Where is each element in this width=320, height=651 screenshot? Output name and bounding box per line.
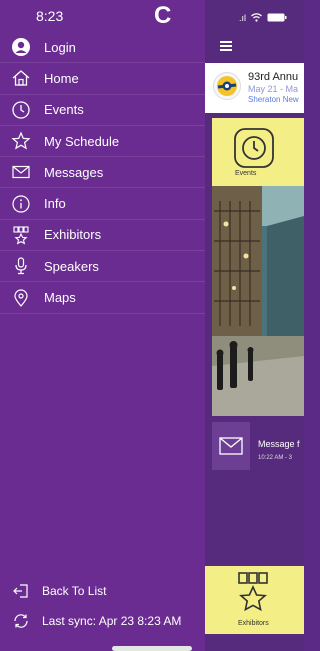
event-dates: May 21 - Ma — [248, 84, 299, 94]
sync-icon — [10, 610, 32, 632]
drawer-item-events[interactable]: Events — [0, 95, 205, 126]
message-preview: Message f — [258, 439, 300, 449]
last-sync-label: Last sync: Apr 23 8:23 AM — [42, 614, 182, 628]
drawer-item-maps[interactable]: Maps — [0, 282, 205, 314]
home-indicator — [112, 646, 192, 651]
star-icon — [10, 130, 32, 152]
app-logo: C — [154, 2, 172, 29]
message-time: 10:22 AM - 3 — [258, 455, 293, 461]
exhibitors-icon — [10, 224, 32, 246]
drawer-item-label: Info — [44, 196, 66, 212]
drawer-item-home[interactable]: Home — [0, 63, 205, 95]
battery-icon — [267, 9, 287, 27]
exit-icon — [10, 580, 32, 602]
exhibitors-icon — [236, 571, 270, 622]
drawer-item-label: Speakers — [44, 258, 99, 274]
menu-icon[interactable] — [220, 41, 232, 51]
drawer-item-label: Messages — [44, 164, 104, 180]
back-to-list-label: Back To List — [42, 584, 107, 598]
exhibitors-tile[interactable]: Exhibitors — [205, 566, 304, 634]
message-list-item[interactable]: Message f 10:22 AM - 3 — [212, 420, 304, 470]
drawer-item-label: Exhibitors — [44, 227, 102, 243]
event-photo — [212, 186, 304, 416]
sync-button[interactable]: Last sync: Apr 23 8:23 AM — [0, 606, 205, 636]
user-icon — [10, 36, 32, 58]
back-to-list-button[interactable]: Back To List — [0, 576, 205, 606]
exhibitors-tile-label: Exhibitors — [238, 620, 269, 627]
drawer-item-label: My Schedule — [44, 133, 120, 149]
drawer-menu: Login Home Events My Schedule Messages I… — [0, 32, 205, 314]
events-tile-label: Events — [235, 170, 257, 177]
event-logo — [213, 72, 241, 100]
drawer-footer: Back To List Last sync: Apr 23 8:23 AM — [0, 576, 205, 636]
info-icon — [10, 193, 32, 215]
envelope-icon — [212, 422, 250, 470]
status-indicators: .ıl — [239, 9, 287, 27]
navigation-drawer: 8:23 C Login Home Events My Schedule Mes… — [0, 0, 205, 651]
signal-icon: .ıl — [239, 13, 247, 23]
drawer-item-exhibitors[interactable]: Exhibitors — [0, 220, 205, 252]
event-header[interactable]: 93rd Annu May 21 - Ma Sheraton New — [205, 63, 304, 113]
status-time: 8:23 — [36, 8, 64, 24]
envelope-icon — [10, 161, 32, 183]
events-tile[interactable]: Events — [212, 118, 304, 186]
event-venue: Sheraton New — [248, 95, 299, 104]
wifi-icon — [251, 9, 262, 27]
drawer-item-info[interactable]: Info — [0, 188, 205, 220]
drawer-item-messages[interactable]: Messages — [0, 157, 205, 189]
microphone-icon — [10, 255, 32, 277]
main-screen: .ıl 93rd Annu May 21 - Ma Sheraton New E… — [205, 0, 304, 651]
drawer-item-speakers[interactable]: Speakers — [0, 251, 205, 283]
clock-icon — [233, 127, 275, 174]
home-icon — [10, 67, 32, 89]
drawer-item-label: Maps — [44, 290, 76, 306]
drawer-item-label: Home — [44, 70, 79, 86]
map-pin-icon — [10, 287, 32, 309]
drawer-item-login[interactable]: Login — [0, 32, 205, 64]
drawer-item-my-schedule[interactable]: My Schedule — [0, 126, 205, 158]
drawer-item-label: Login — [44, 39, 76, 55]
drawer-item-label: Events — [44, 102, 84, 118]
event-title: 93rd Annu — [248, 71, 299, 83]
clock-icon — [10, 99, 32, 121]
